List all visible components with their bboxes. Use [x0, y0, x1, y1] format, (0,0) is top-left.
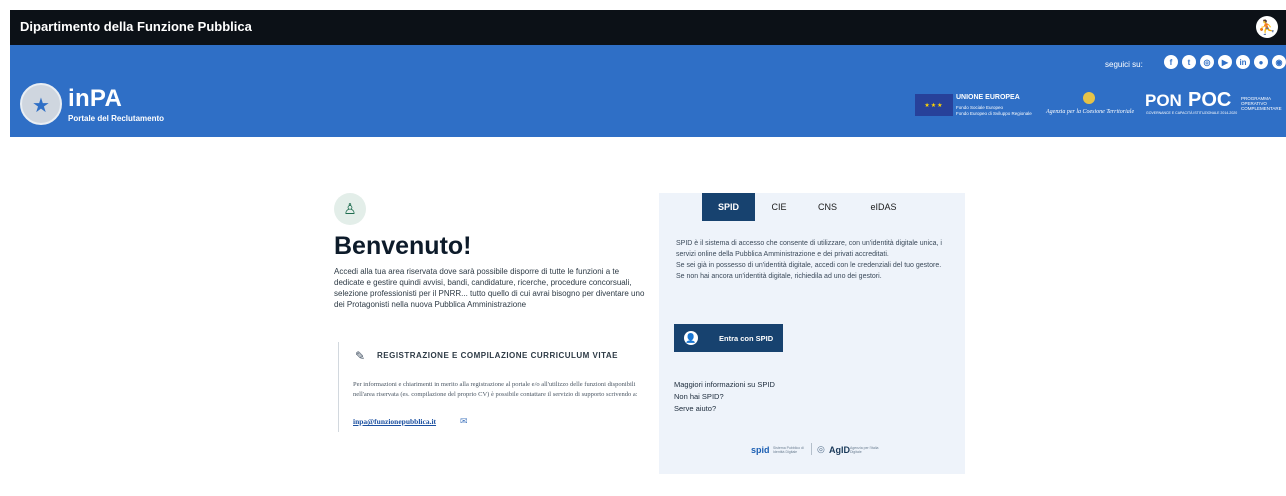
coesione-emblem-icon: [1083, 92, 1095, 104]
login-panel: SPID CIE CNS eIDAS SPID è il sistema di …: [659, 193, 965, 474]
brand-name[interactable]: inPA: [68, 85, 122, 113]
eu-fund-line-2: Fondo Europeo di Sviluppo Regionale: [956, 111, 1032, 116]
help-link[interactable]: Serve aiuto?: [674, 404, 716, 413]
republic-emblem-icon[interactable]: [20, 83, 62, 125]
site-header: inPA Portale del Reclutamento seguici su…: [10, 45, 1286, 137]
agid-logo: AgID: [829, 445, 850, 455]
follow-label: seguici su:: [1105, 60, 1143, 69]
spid-description: SPID è il sistema di accesso che consent…: [676, 238, 961, 282]
poc-logo: POC: [1188, 89, 1232, 111]
agid-icon: ◎: [817, 444, 825, 454]
registration-info: ✎ REGISTRAZIONE E COMPILAZIONE CURRICULU…: [338, 342, 638, 432]
twitter-icon[interactable]: t: [1182, 55, 1196, 69]
agid-caption: Agenzia per l'Italia Digitale: [850, 446, 879, 454]
social-links: f t ◎ ▶ in ● ◉: [1164, 55, 1286, 69]
eu-flag-icon: ★★★: [915, 94, 953, 116]
eu-fund-line-1: Fondo Sociale Europeo: [956, 105, 1004, 110]
login-tabs: SPID CIE CNS eIDAS: [702, 193, 915, 221]
spid-have-identity: Se sei già in possesso di un'identità di…: [676, 262, 942, 269]
mail-icon[interactable]: ✉: [460, 416, 468, 427]
spid-user-icon: 👤: [684, 331, 698, 345]
pon-logo: PON: [1145, 91, 1182, 110]
page-title: Benvenuto!: [334, 232, 472, 260]
welcome-text: Accedi alla tua area riservata dove sarà…: [334, 267, 645, 309]
flickr-icon[interactable]: ●: [1254, 55, 1268, 69]
department-name[interactable]: Dipartimento della Funzione Pubblica: [20, 19, 252, 34]
poc-line-3: COMPLEMENTARE: [1241, 106, 1282, 111]
facebook-icon[interactable]: f: [1164, 55, 1178, 69]
registration-text: Per informazioni e chiarimenti in merito…: [353, 381, 638, 398]
spid-no-identity: Se non hai ancora un'identità digitale, …: [676, 273, 882, 280]
coesione-agency: Agenzia per la Coesione Territoriale: [1046, 109, 1135, 115]
login-spid-label: Entra con SPID: [719, 333, 774, 343]
login-spid-button[interactable]: 👤 Entra con SPID: [674, 324, 783, 352]
linkedin-icon[interactable]: in: [1236, 55, 1250, 69]
support-email-link[interactable]: inpa@funzionepubblica.it: [353, 417, 436, 426]
instagram-icon[interactable]: ◎: [1200, 55, 1214, 69]
pin-icon: ✎: [355, 349, 366, 363]
tab-eidas[interactable]: eIDAS: [852, 193, 915, 221]
tab-cie[interactable]: CIE: [755, 193, 803, 221]
user-icon: ♙: [334, 193, 366, 225]
logo-divider: [811, 443, 812, 455]
spid-caption: Sistema Pubblico di Identità Digitale: [773, 446, 804, 454]
spid-logo: spid: [751, 445, 770, 455]
tab-cns[interactable]: CNS: [803, 193, 852, 221]
accessibility-icon[interactable]: ⛹: [1256, 16, 1278, 38]
top-bar: Dipartimento della Funzione Pubblica ⛹: [10, 10, 1286, 45]
registration-title: REGISTRAZIONE E COMPILAZIONE CURRICULUM …: [377, 351, 619, 360]
rss-icon[interactable]: ◉: [1272, 55, 1286, 69]
youtube-icon[interactable]: ▶: [1218, 55, 1232, 69]
eu-title: UNIONE EUROPEA: [956, 94, 1020, 101]
no-spid-link[interactable]: Non hai SPID?: [674, 392, 724, 401]
spid-info-link[interactable]: Maggiori informazioni su SPID: [674, 380, 775, 389]
brand-subtitle: Portale del Reclutamento: [68, 114, 165, 123]
tab-spid[interactable]: SPID: [702, 193, 755, 221]
spid-intro: SPID è il sistema di accesso che consent…: [676, 240, 942, 258]
